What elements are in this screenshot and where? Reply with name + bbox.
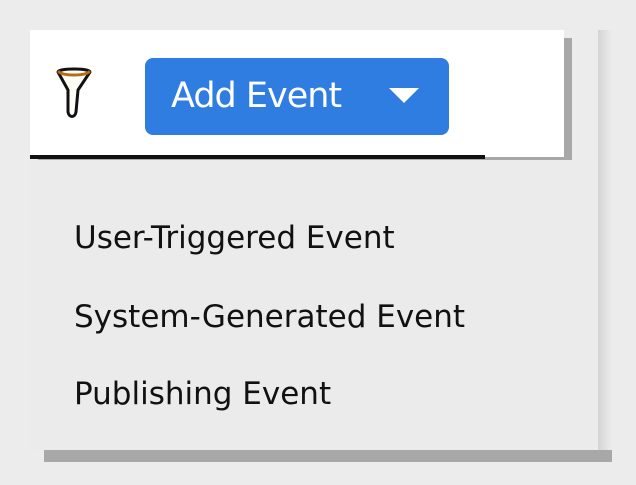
filter-icon[interactable] — [54, 64, 94, 124]
menu-item-user-triggered-event[interactable]: User-Triggered Event — [74, 223, 395, 254]
add-event-button[interactable]: Add Event — [145, 58, 449, 135]
chevron-down-icon[interactable] — [389, 88, 419, 103]
menu-item-publishing-event[interactable]: Publishing Event — [74, 379, 331, 410]
toolbar-divider — [30, 155, 485, 159]
menu-shadow-edge — [598, 30, 612, 450]
menu-item-system-generated-event[interactable]: System-Generated Event — [74, 302, 465, 333]
add-event-label: Add Event — [171, 76, 342, 116]
